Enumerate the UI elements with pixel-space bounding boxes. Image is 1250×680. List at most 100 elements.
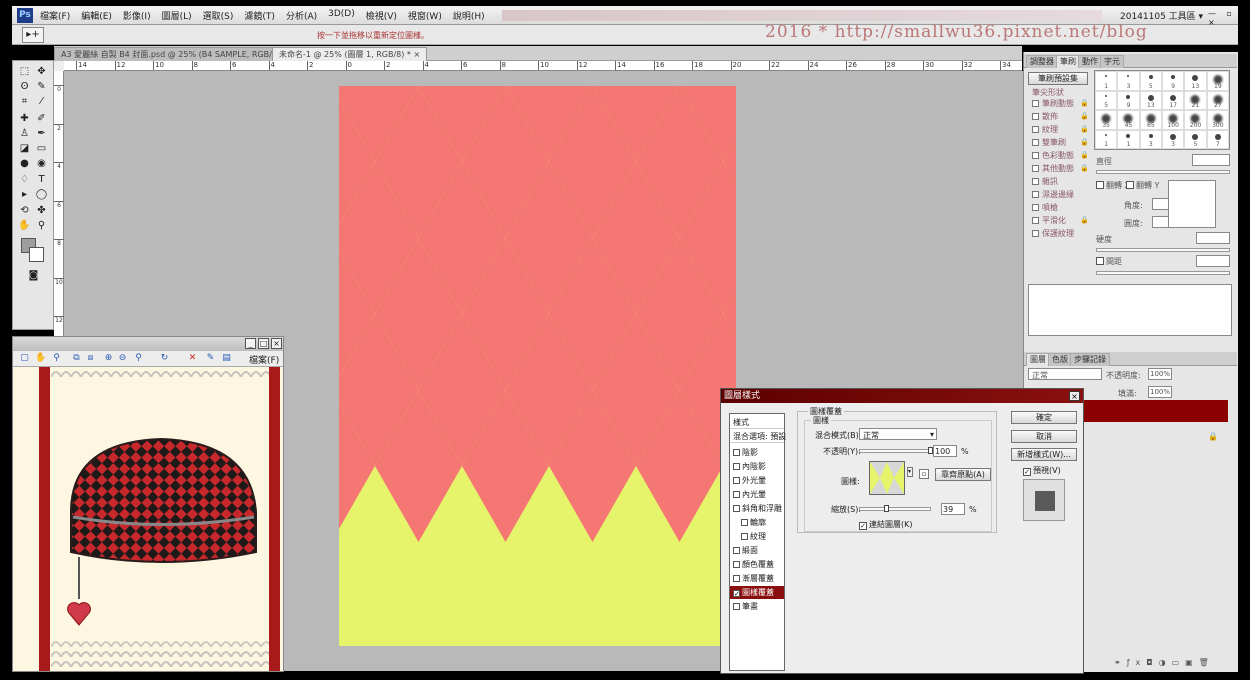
magic-wand-icon[interactable]: ✎: [35, 80, 48, 93]
doc-tab-2[interactable]: 未命名-1 @ 25% (圖層 1, RGB/8) * ×: [272, 47, 428, 61]
link-layer-checkbox[interactable]: ✓: [859, 522, 867, 530]
crop-tool-icon[interactable]: ⌗: [18, 95, 31, 108]
menu-item[interactable]: 檢視(V): [366, 9, 397, 22]
menu-item[interactable]: 濾鏡(T): [244, 9, 275, 22]
brush-tip[interactable]: 5: [1095, 90, 1118, 110]
brush-option-checkbox[interactable]: [1032, 217, 1039, 224]
hardness-field[interactable]: [1196, 232, 1230, 244]
brush-option[interactable]: 雙筆刷 🔒: [1032, 137, 1089, 148]
pattern-swatch[interactable]: [869, 461, 905, 495]
tab-channels[interactable]: 色版: [1048, 353, 1072, 366]
style-item[interactable]: 筆畫: [730, 600, 784, 613]
flip-y-checkbox[interactable]: [1126, 181, 1134, 189]
brush-option-checkbox[interactable]: [1032, 165, 1039, 172]
style-checkbox[interactable]: ✓: [733, 590, 740, 598]
style-item[interactable]: 漸層覆蓋: [730, 572, 784, 585]
brush-tip[interactable]: 9: [1117, 90, 1140, 110]
3d-rotate-icon[interactable]: ⟲: [18, 204, 31, 217]
spacing-slider[interactable]: [1096, 271, 1230, 275]
style-checkbox[interactable]: [733, 505, 740, 512]
brush-option[interactable]: 濕邊邊緣: [1032, 189, 1074, 200]
new-style-button[interactable]: 新增樣式(W)...: [1011, 448, 1077, 461]
style-checkbox[interactable]: [733, 463, 740, 470]
brush-option[interactable]: 平滑化 🔒: [1032, 215, 1089, 226]
brush-option-checkbox[interactable]: [1032, 113, 1039, 120]
opacity-field[interactable]: 100: [933, 445, 957, 457]
style-item[interactable]: 陰影: [730, 446, 784, 459]
move-icon[interactable]: ✥: [35, 65, 48, 78]
brush-tip[interactable]: 3: [1117, 71, 1140, 91]
scale-slider[interactable]: [859, 507, 931, 511]
brush-option-checkbox[interactable]: [1032, 178, 1039, 185]
style-checkbox[interactable]: [733, 449, 740, 456]
quick-mask-icon[interactable]: ◙: [27, 269, 40, 282]
layer-fill-field[interactable]: 100%: [1148, 386, 1172, 398]
brush-tip[interactable]: 45: [1117, 110, 1140, 130]
scale-field[interactable]: 39: [941, 503, 965, 515]
brush-tip[interactable]: 35: [1095, 110, 1118, 130]
brush-option[interactable]: 色彩動態 🔒: [1032, 150, 1089, 161]
delete-icon[interactable]: ✕: [187, 353, 198, 364]
brush-tip[interactable]: 1: [1095, 71, 1118, 91]
zoom-in-icon[interactable]: ⊕: [103, 353, 114, 364]
menu-item[interactable]: 說明(H): [453, 9, 485, 22]
menu-item[interactable]: 影像(I): [123, 9, 151, 22]
layer-opacity-field[interactable]: 100%: [1148, 368, 1172, 380]
scale-slider-handle[interactable]: [884, 505, 890, 512]
brush-option[interactable]: 散佈 🔒: [1032, 111, 1089, 122]
style-checkbox[interactable]: [733, 561, 740, 568]
brush-option[interactable]: 紋理 🔒: [1032, 124, 1089, 135]
style-item[interactable]: 內光暈: [730, 488, 784, 501]
opacity-slider[interactable]: [859, 449, 931, 453]
active-layer-row[interactable]: [1080, 400, 1228, 422]
brush-tip[interactable]: 17: [1162, 90, 1185, 110]
menu-item[interactable]: 選取(S): [203, 9, 234, 22]
preview-checkbox[interactable]: ✓: [1023, 468, 1031, 476]
brush-tip-grid[interactable]: 1 3 5 9 13 19 5 9 13 17 21 27 35 45 65 100 200 300 1 1 3 3 5 7: [1094, 70, 1230, 150]
brush-option-checkbox[interactable]: [1032, 204, 1039, 211]
history-brush-icon[interactable]: ✒: [35, 127, 48, 140]
brush-tip[interactable]: 13: [1139, 90, 1162, 110]
brush-tip[interactable]: 300: [1206, 110, 1229, 130]
brush-tip[interactable]: 100: [1162, 110, 1185, 130]
spacing-checkbox[interactable]: [1096, 257, 1104, 265]
zoom-tool-icon[interactable]: ⚲: [35, 219, 48, 232]
minimize-icon[interactable]: _: [245, 338, 256, 349]
tab-actions[interactable]: 動作: [1078, 55, 1102, 68]
style-item[interactable]: 顏色覆蓋: [730, 558, 784, 571]
style-item[interactable]: ✓ 圖樣覆蓋: [730, 586, 784, 599]
menu-item[interactable]: 視窗(W): [408, 9, 442, 22]
menu-item[interactable]: 檔案(F): [40, 9, 70, 22]
brush-option[interactable]: 保護紋理: [1032, 228, 1074, 239]
brush-option-checkbox[interactable]: [1032, 191, 1039, 198]
path-select-icon[interactable]: ▸: [18, 188, 31, 201]
brush-tip[interactable]: 13: [1184, 71, 1207, 91]
menu-item[interactable]: 分析(A): [286, 9, 317, 22]
brush-option[interactable]: 筆刷動態 🔒: [1032, 98, 1089, 109]
brush-option-checkbox[interactable]: [1032, 126, 1039, 133]
workspace-switcher[interactable]: 20141105 工具區 ▾: [1120, 9, 1203, 22]
marquee-tool-icon[interactable]: ⬚: [18, 65, 31, 78]
clone-stamp-icon[interactable]: ♙: [18, 127, 31, 140]
style-checkbox[interactable]: [741, 519, 748, 526]
zoom-icon[interactable]: ⚲: [51, 353, 62, 364]
brush-tip[interactable]: 1: [1095, 129, 1118, 149]
style-item[interactable]: 外光暈: [730, 474, 784, 487]
hand-icon[interactable]: ✋: [35, 353, 46, 364]
hand-tool-icon[interactable]: ✋: [18, 219, 31, 232]
tab-history[interactable]: 步驟記錄: [1070, 353, 1110, 366]
type-tool-icon[interactable]: T: [35, 173, 48, 186]
maximize-icon[interactable]: □: [258, 338, 269, 349]
flip-x-checkbox[interactable]: [1096, 181, 1104, 189]
brush-tip[interactable]: 3: [1162, 129, 1185, 149]
select-icon[interactable]: ▢: [19, 353, 30, 364]
fit-icon[interactable]: ⧉: [71, 353, 82, 364]
healing-brush-icon[interactable]: ✚: [18, 112, 31, 125]
style-item[interactable]: 緞面: [730, 544, 784, 557]
spacing-field[interactable]: [1196, 255, 1230, 267]
info-icon[interactable]: ▤: [221, 353, 232, 364]
document-canvas[interactable]: [339, 86, 736, 646]
menu-item[interactable]: 3D(D): [328, 9, 355, 22]
brush-presets-button[interactable]: 筆刷預設集: [1028, 72, 1088, 85]
move-tool-icon[interactable]: ▸+: [22, 27, 44, 43]
